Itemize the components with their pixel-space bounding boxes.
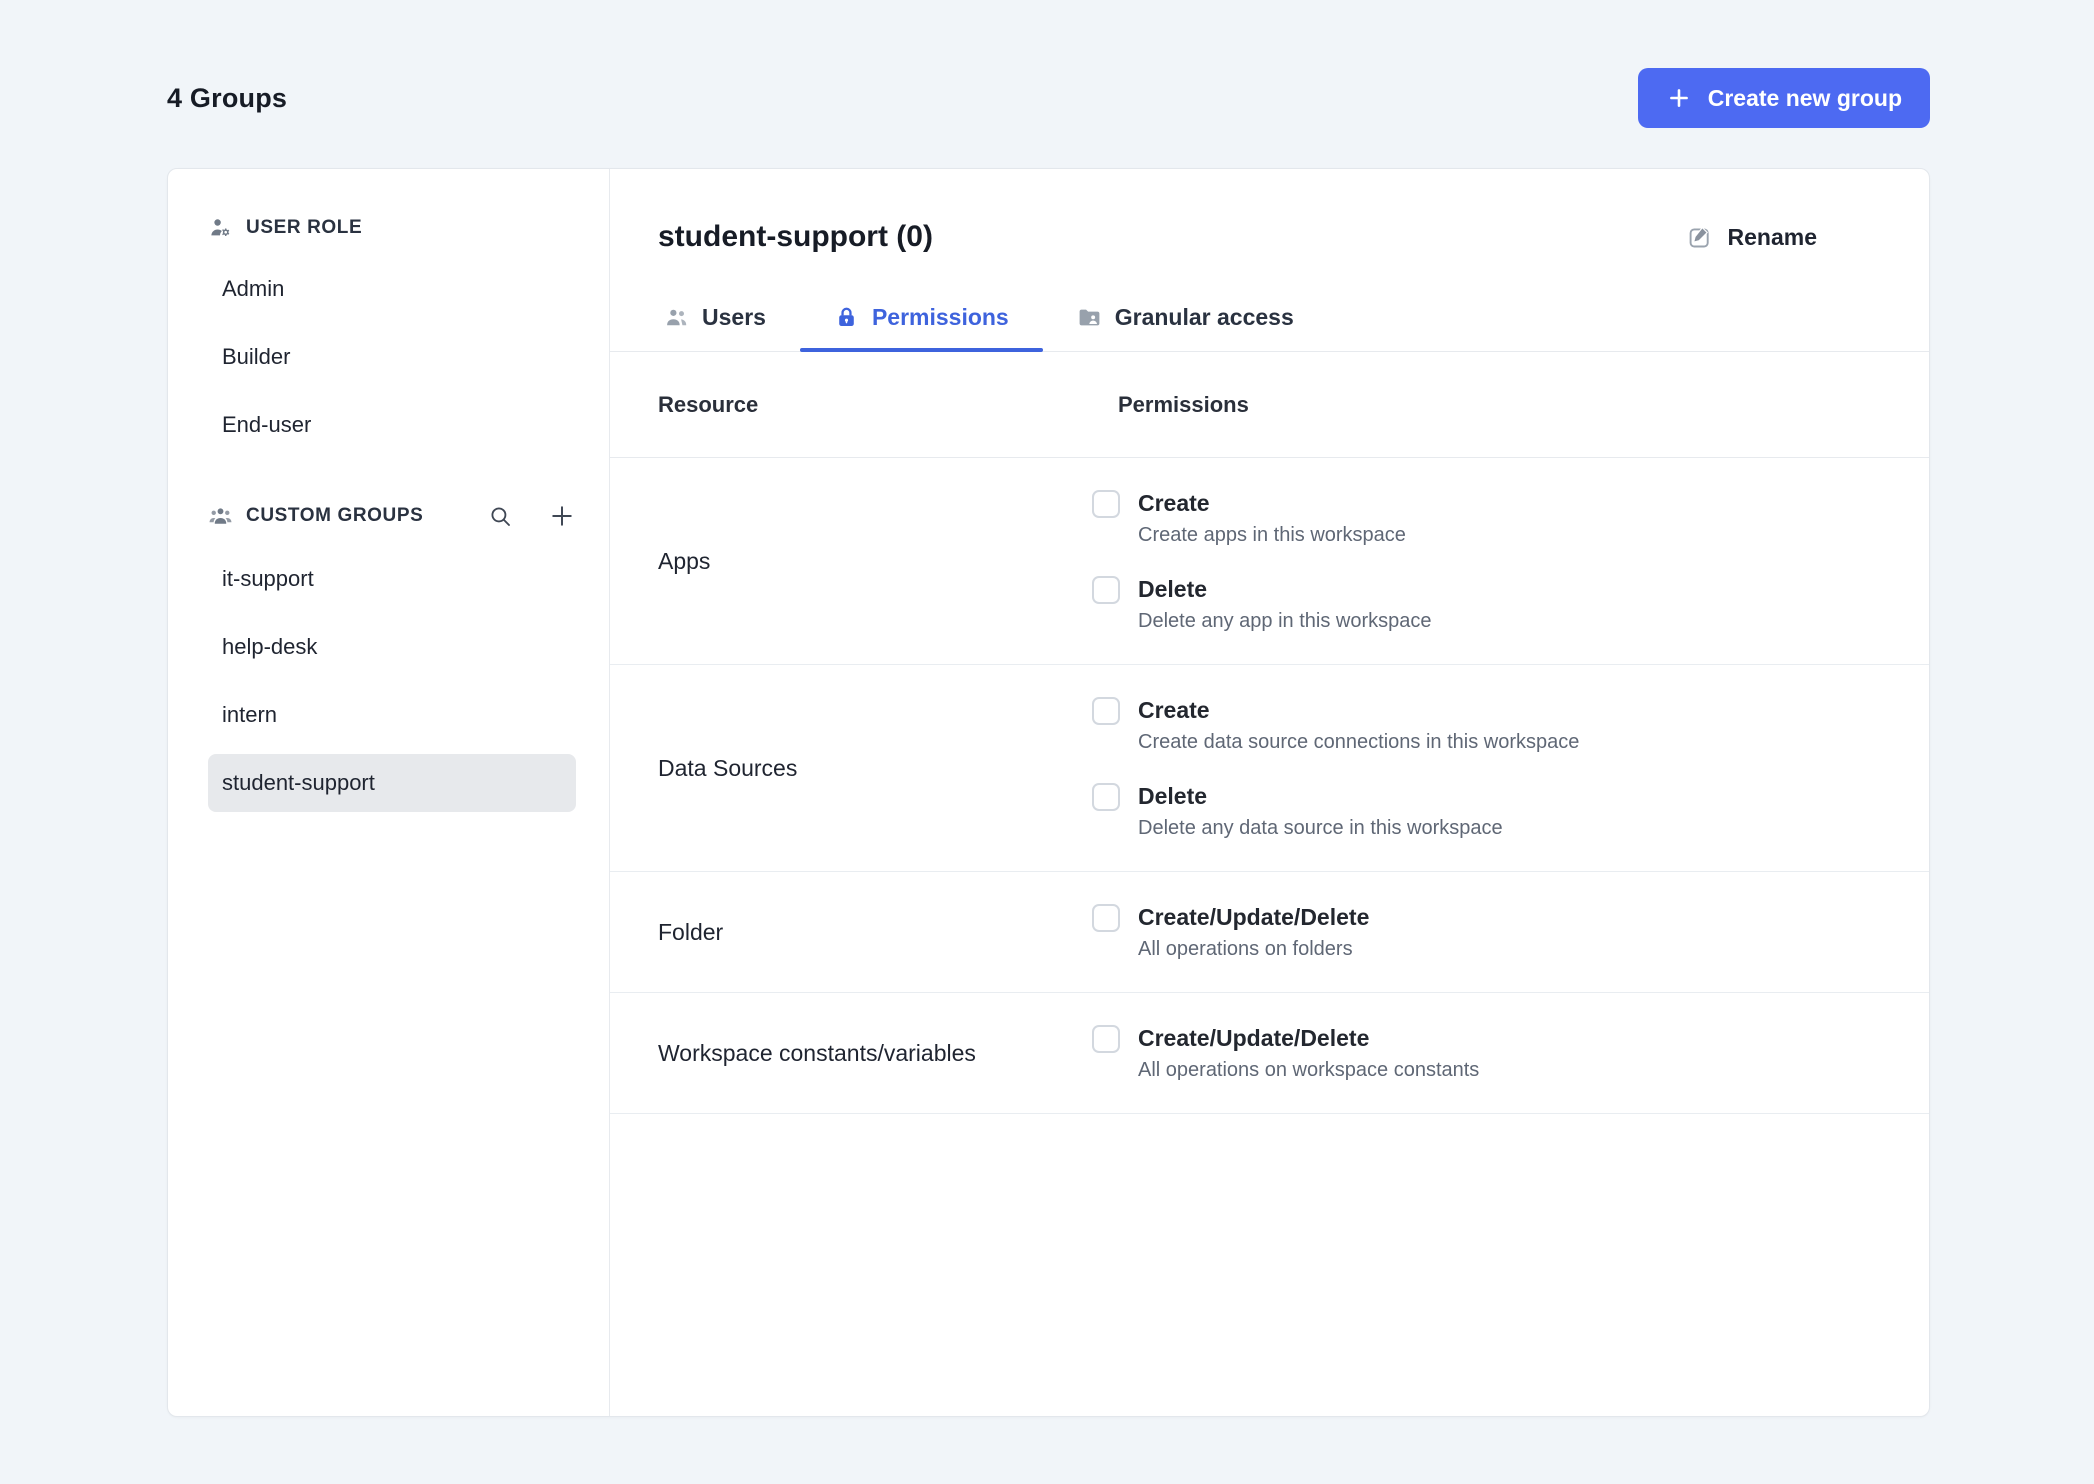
sidebar-item-student-support[interactable]: student-support (208, 754, 576, 812)
rename-group-button[interactable]: Rename (1687, 224, 1817, 251)
add-custom-group-button[interactable] (548, 502, 576, 530)
tab-users[interactable]: Users (630, 303, 800, 351)
page-header: 4 Groups Create new group (167, 68, 1930, 128)
users-icon (664, 305, 689, 330)
permission-description: Delete any app in this workspace (1138, 610, 1432, 632)
sidebar-item-builder[interactable]: Builder (208, 328, 576, 386)
permission-label: Create/Update/Delete (1138, 904, 1370, 930)
permissions-table: Resource Permissions Apps Create Create … (610, 352, 1929, 1114)
resource-label: Data Sources (658, 754, 798, 781)
tab-granular-access-label: Granular access (1114, 304, 1294, 330)
resource-label: Folder (658, 918, 724, 945)
plus-icon (1666, 85, 1692, 111)
tab-permissions-label: Permissions (871, 304, 1009, 330)
table-row-apps: Apps Create Create apps in this workspac… (610, 458, 1929, 665)
tab-permissions[interactable]: Permissions (799, 303, 1043, 352)
resource-label: Apps (658, 547, 711, 574)
permission-label: Create (1138, 490, 1210, 516)
plus-icon (548, 502, 576, 530)
permission-apps-create: Create Create apps in this workspace (1092, 488, 1901, 548)
permission-apps-delete: Delete Delete any app in this workspace (1092, 574, 1901, 634)
workspace-constants-cud-checkbox[interactable] (1092, 1025, 1120, 1053)
permission-label: Delete (1138, 576, 1208, 602)
datasources-create-checkbox[interactable] (1092, 697, 1120, 725)
permission-description: Delete any data source in this workspace (1138, 817, 1503, 839)
sidebar-item-end-user[interactable]: End-user (208, 396, 576, 454)
table-row-folder: Folder Create/Update/Delete All operatio… (610, 872, 1929, 993)
permission-folder-cud: Create/Update/Delete All operations on f… (1092, 902, 1901, 962)
custom-groups-list: it-support help-desk intern student-supp… (208, 550, 576, 812)
permission-description: Create apps in this workspace (1138, 524, 1406, 546)
users-group-icon (208, 504, 233, 529)
search-groups-button[interactable] (487, 503, 513, 529)
custom-groups-section-header: CUSTOM GROUPS (208, 502, 576, 530)
groups-page: 4 Groups Create new group USER ROLE Admi… (0, 0, 2094, 1417)
groups-card: USER ROLE Admin Builder End-user CUSTOM … (167, 168, 1930, 1417)
sidebar-item-it-support[interactable]: it-support (208, 550, 576, 608)
group-title: student-support (0) (658, 220, 933, 253)
custom-groups-section-title: CUSTOM GROUPS (246, 505, 424, 526)
permission-label: Create/Update/Delete (1138, 1025, 1370, 1051)
permission-datasources-delete: Delete Delete any data source in this wo… (1092, 781, 1901, 841)
rename-label: Rename (1727, 223, 1817, 250)
search-icon (487, 503, 513, 529)
group-tabs: Users Permissions Granular access (610, 303, 1929, 352)
user-role-section-title: USER ROLE (246, 216, 363, 238)
lock-icon (834, 305, 859, 330)
user-gear-icon (208, 215, 233, 240)
permission-description: All operations on folders (1138, 938, 1353, 960)
folder-user-icon (1077, 305, 1102, 330)
sidebar-item-help-desk[interactable]: help-desk (208, 618, 576, 676)
apps-delete-checkbox[interactable] (1092, 576, 1120, 604)
user-role-section-header: USER ROLE (208, 215, 576, 240)
user-role-list: Admin Builder End-user (208, 260, 576, 454)
create-new-group-button[interactable]: Create new group (1637, 68, 1930, 128)
permission-description: All operations on workspace constants (1138, 1059, 1480, 1081)
resource-column-header: Resource (658, 391, 759, 417)
permission-workspace-constants-cud: Create/Update/Delete All operations on w… (1092, 1023, 1901, 1083)
table-row-workspace-constants: Workspace constants/variables Create/Upd… (610, 993, 1929, 1114)
tab-users-label: Users (702, 304, 766, 330)
apps-create-checkbox[interactable] (1092, 490, 1120, 518)
sidebar-item-admin[interactable]: Admin (208, 260, 576, 318)
permissions-column-header: Permissions (1118, 391, 1249, 417)
resource-label: Workspace constants/variables (658, 1039, 976, 1066)
group-detail-header: student-support (0) Rename (610, 169, 1929, 255)
sidebar-item-intern[interactable]: intern (208, 686, 576, 744)
datasources-delete-checkbox[interactable] (1092, 783, 1120, 811)
groups-sidebar: USER ROLE Admin Builder End-user CUSTOM … (168, 169, 610, 1416)
folder-cud-checkbox[interactable] (1092, 904, 1120, 932)
permission-datasources-create: Create Create data source connections in… (1092, 695, 1901, 755)
page-title: 4 Groups (167, 82, 288, 113)
create-new-group-label: Create new group (1707, 84, 1902, 111)
table-row-data-sources: Data Sources Create Create data source c… (610, 665, 1929, 872)
tab-granular-access[interactable]: Granular access (1043, 303, 1328, 351)
permission-label: Create (1138, 697, 1210, 723)
pencil-square-icon (1687, 224, 1714, 251)
group-detail-panel: student-support (0) Rename Users Permiss… (610, 169, 1929, 1416)
permissions-table-header: Resource Permissions (610, 352, 1929, 458)
permission-description: Create data source connections in this w… (1138, 731, 1580, 753)
permission-label: Delete (1138, 783, 1208, 809)
